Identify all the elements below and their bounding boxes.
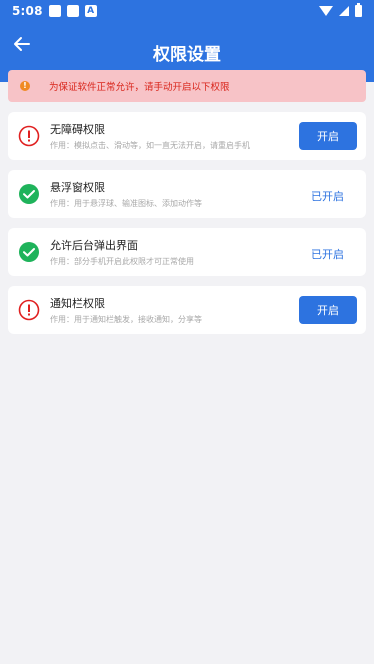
error-icon <box>18 299 40 321</box>
status-bar: 5:08 A <box>0 0 374 22</box>
notification-icon <box>48 5 61 17</box>
warning-banner: ! 为保证软件正常允许，请手动开启以下权限 <box>8 70 366 102</box>
back-button[interactable] <box>10 32 34 56</box>
arrow-left-icon <box>14 37 30 51</box>
enabled-status: 已开启 <box>311 190 344 203</box>
enable-button[interactable]: 开启 <box>299 296 357 324</box>
wifi-icon <box>319 6 333 16</box>
permission-card-accessibility: 无障碍权限 作用：模拟点击、滑动等，如一直无法开启，请重启手机 开启 <box>8 112 366 160</box>
signal-icon <box>339 6 349 16</box>
permission-card-notification: 通知栏权限 作用：用于通知栏触发，接收通知，分享等 开启 <box>8 286 366 334</box>
status-icons <box>319 3 362 17</box>
error-icon <box>18 125 40 147</box>
check-icon <box>19 242 39 262</box>
permission-card-overlay: 悬浮窗权限 作用：用于悬浮球、输准图标、添加动作等 已开启 <box>8 170 366 218</box>
permission-card-background-popup: 允许后台弹出界面 作用：部分手机开启此权限才可正常使用 已开启 <box>8 228 366 276</box>
notification-a-icon: A <box>84 5 97 17</box>
notification-icon <box>66 5 79 17</box>
status-time: 5:08 <box>12 4 43 18</box>
enabled-status: 已开启 <box>311 248 344 261</box>
warning-icon: ! <box>20 81 30 91</box>
battery-icon <box>355 3 362 17</box>
check-icon <box>19 184 39 204</box>
page-title: 权限设置 <box>153 44 221 65</box>
enable-button[interactable]: 开启 <box>299 122 357 150</box>
warning-text: 为保证软件正常允许，请手动开启以下权限 <box>49 82 230 93</box>
